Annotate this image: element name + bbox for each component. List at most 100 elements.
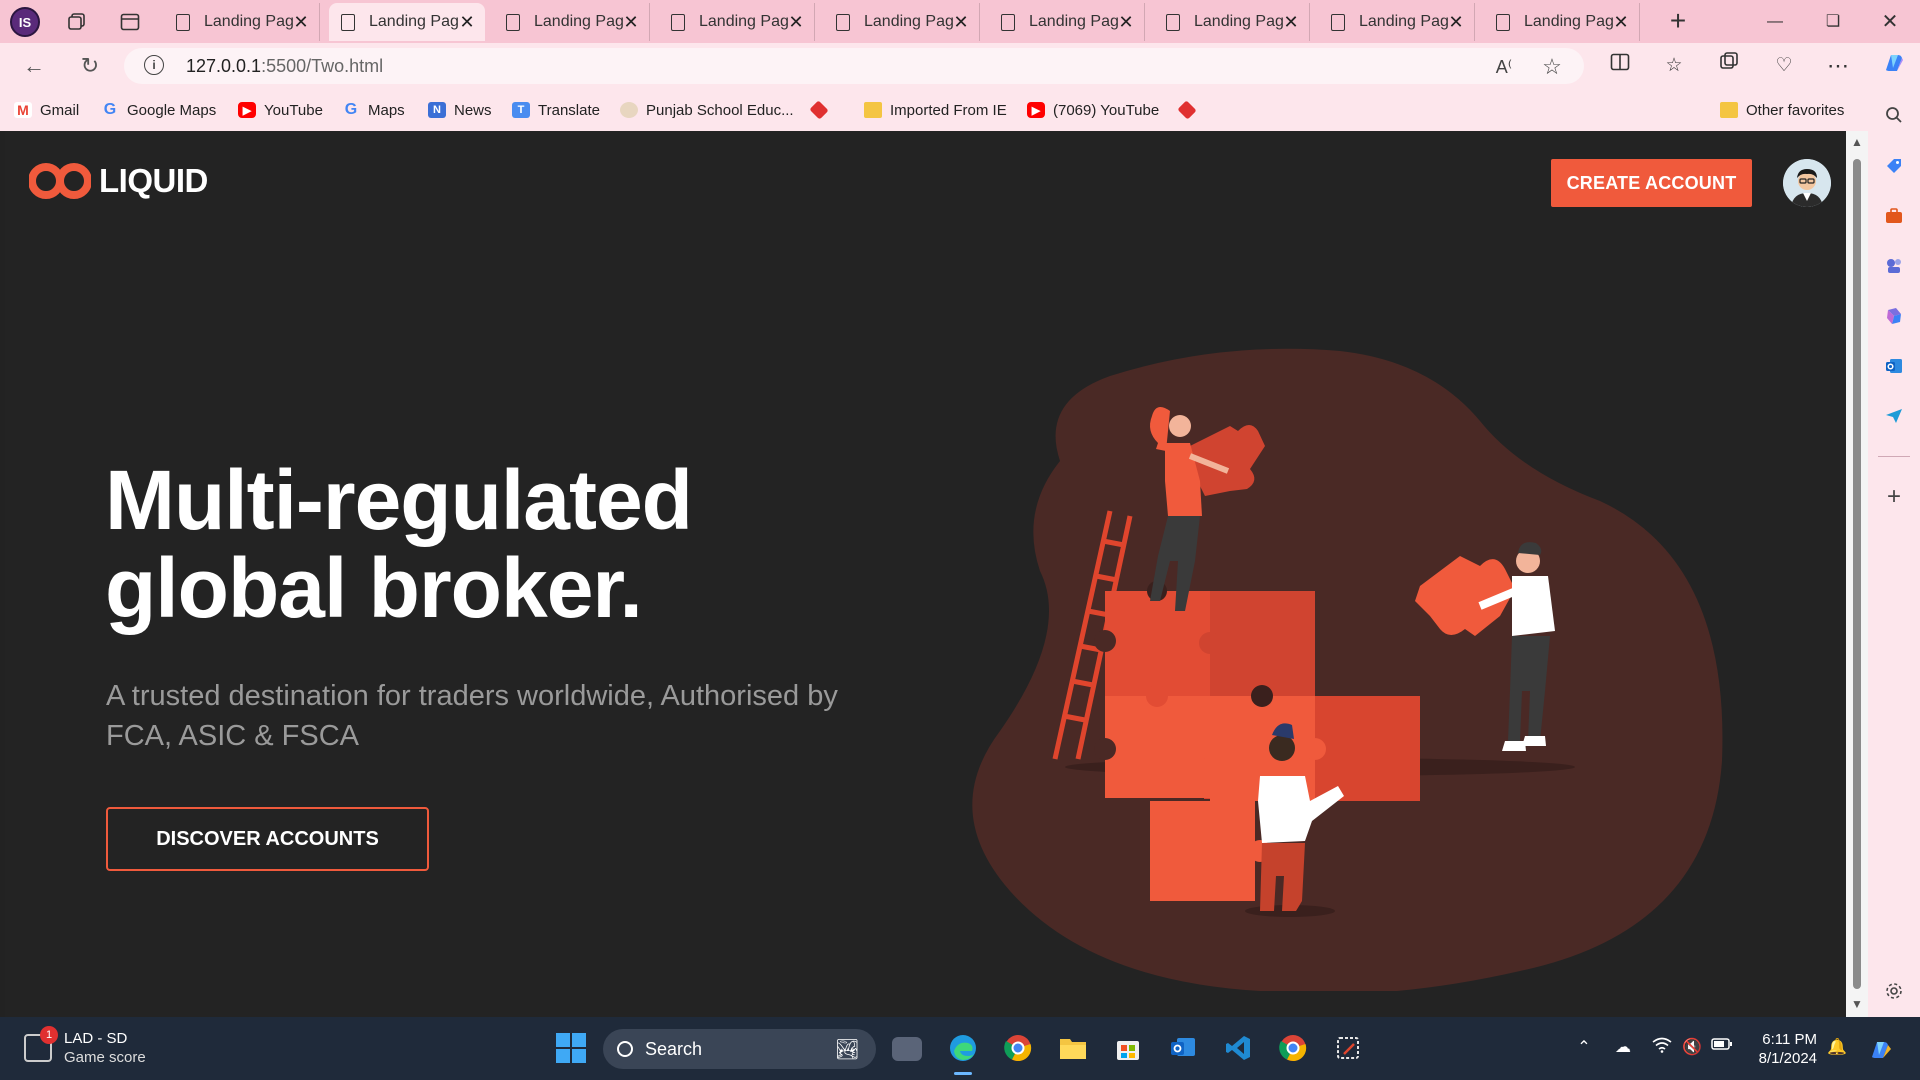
- collections-icon[interactable]: [1713, 50, 1745, 82]
- drop-send-icon[interactable]: [1878, 400, 1910, 432]
- new-tab-button[interactable]: +: [1662, 6, 1694, 38]
- discover-accounts-button[interactable]: DISCOVER ACCOUNTS: [106, 807, 429, 871]
- windows-start-icon[interactable]: [556, 1033, 586, 1063]
- search-icon[interactable]: [1878, 99, 1910, 131]
- page-icon: [176, 13, 190, 31]
- edge-app-icon[interactable]: [946, 1031, 980, 1075]
- tab-close-icon[interactable]: ✕: [953, 12, 969, 33]
- scroll-down-arrow[interactable]: ▼: [1851, 997, 1863, 1011]
- tab-close-icon[interactable]: ✕: [1118, 12, 1134, 33]
- battery-icon[interactable]: [1711, 1037, 1733, 1059]
- favorite-star-icon[interactable]: ☆: [1538, 53, 1566, 81]
- close-window-button[interactable]: ✕: [1874, 6, 1906, 38]
- favorite-item[interactable]: T Translate: [512, 98, 600, 122]
- store-app-icon[interactable]: [1111, 1031, 1145, 1065]
- wifi-icon[interactable]: [1651, 1037, 1673, 1059]
- browser-tab[interactable]: Landing Page ✕: [824, 3, 980, 41]
- tab-close-icon[interactable]: ✕: [293, 12, 309, 33]
- task-view-icon[interactable]: [892, 1037, 922, 1061]
- site-info-icon[interactable]: i: [144, 55, 164, 75]
- page-icon: [671, 13, 685, 31]
- scroll-up-arrow[interactable]: ▲: [1851, 135, 1863, 149]
- chrome-profile-app-icon[interactable]: [1276, 1031, 1310, 1065]
- tab-close-icon[interactable]: ✕: [1613, 12, 1629, 33]
- profile-button[interactable]: IS: [9, 6, 41, 38]
- game-score-widget[interactable]: 1 LAD - SD Game score: [24, 1026, 146, 1067]
- settings-more-icon[interactable]: ⋯: [1822, 50, 1854, 82]
- favorite-item[interactable]: [809, 98, 836, 122]
- favorites-icon[interactable]: ☆: [1658, 50, 1690, 82]
- snipping-tool-icon[interactable]: [1331, 1031, 1365, 1065]
- site-logo[interactable]: LIQUID: [29, 155, 208, 207]
- user-avatar[interactable]: [1783, 159, 1831, 207]
- favorite-item[interactable]: ▶ (7069) YouTube: [1027, 98, 1159, 122]
- minimize-button[interactable]: —: [1759, 6, 1791, 38]
- favorite-item[interactable]: G Google Maps: [101, 98, 216, 122]
- workspaces-icon[interactable]: [61, 6, 93, 38]
- browser-tab[interactable]: Landing Page ✕: [164, 3, 320, 41]
- microsoft-365-icon[interactable]: [1878, 300, 1910, 332]
- sidebar-settings-icon[interactable]: [1878, 975, 1910, 1007]
- read-aloud-icon[interactable]: A⁽: [1490, 53, 1518, 81]
- copilot-taskbar-icon[interactable]: [1866, 1037, 1896, 1059]
- tab-title: Landing Page: [699, 13, 788, 30]
- url-text[interactable]: 127.0.0.1:5500/Two.html: [186, 56, 383, 77]
- favorite-item[interactable]: [1177, 98, 1204, 122]
- avatar-icon: [1783, 159, 1831, 207]
- chrome-app-icon[interactable]: [1001, 1031, 1035, 1065]
- add-sidebar-app-icon[interactable]: +: [1878, 481, 1910, 513]
- favorite-item[interactable]: Imported From IE: [864, 98, 1007, 122]
- shopping-tag-icon[interactable]: [1878, 150, 1910, 182]
- tab-close-icon[interactable]: ✕: [623, 12, 639, 33]
- taskbar-search-label: Search: [645, 1038, 703, 1059]
- address-bar[interactable]: i 127.0.0.1:5500/Two.html A⁽ ☆: [124, 48, 1584, 84]
- system-clock[interactable]: 6:11 PM 8/1/2024: [1753, 1030, 1817, 1068]
- restore-button[interactable]: ❏: [1817, 6, 1849, 38]
- onedrive-icon[interactable]: ☁: [1612, 1037, 1634, 1059]
- back-button[interactable]: ←: [18, 50, 50, 82]
- tab-close-icon[interactable]: ✕: [459, 12, 475, 33]
- refresh-button[interactable]: ↻: [74, 50, 106, 82]
- show-hidden-icons-chevron[interactable]: ⌃: [1573, 1037, 1595, 1059]
- widget-subtitle: Game score: [64, 1049, 146, 1066]
- landing-page: LIQUID CREATE ACCOUNT Multi-regulated gl…: [5, 131, 1846, 1017]
- tab-close-icon[interactable]: ✕: [1448, 12, 1464, 33]
- favorite-item[interactable]: M Gmail: [14, 98, 79, 122]
- clock-date: 8/1/2024: [1758, 1050, 1817, 1067]
- favorites-bar: M Gmail G Google Maps ▶ YouTube G Maps N News T Tra…: [0, 89, 1920, 131]
- tab-close-icon[interactable]: ✕: [1283, 12, 1299, 33]
- page-scrollbar[interactable]: ▲ ▼: [1846, 131, 1868, 1017]
- hero-title: Multi-regulated global broker.: [105, 456, 693, 632]
- vscode-app-icon[interactable]: [1221, 1031, 1255, 1065]
- other-favorites[interactable]: Other favorites: [1720, 98, 1844, 122]
- browser-tab[interactable]: Landing Page ✕: [1484, 3, 1640, 41]
- browser-tab[interactable]: Landing Page ✕: [494, 3, 650, 41]
- favorite-item[interactable]: N News: [428, 98, 492, 122]
- browser-tab[interactable]: Landing Page ✕: [1154, 3, 1310, 41]
- copilot-icon[interactable]: [1878, 50, 1910, 82]
- browser-tab[interactable]: Landing Page ✕: [1319, 3, 1475, 41]
- file-explorer-icon[interactable]: [1056, 1031, 1090, 1065]
- outlook-new-icon[interactable]: [1166, 1031, 1200, 1065]
- browser-tab[interactable]: Landing Page ✕: [329, 3, 485, 41]
- browser-tab[interactable]: Landing Page ✕: [989, 3, 1145, 41]
- favorite-label: Maps: [368, 101, 405, 119]
- favorite-item[interactable]: Punjab School Educ...: [620, 98, 794, 122]
- favorite-item[interactable]: G Maps: [342, 98, 405, 122]
- tab-actions-icon[interactable]: [114, 6, 146, 38]
- tab-strip: IS Landing Page ✕ Landing Page ✕ Landing Pag…: [0, 0, 1920, 43]
- tab-close-icon[interactable]: ✕: [788, 12, 804, 33]
- page-icon: [1001, 13, 1015, 31]
- outlook-icon[interactable]: [1878, 350, 1910, 382]
- notification-bell-icon[interactable]: 🔔: [1826, 1037, 1848, 1059]
- taskbar-search-box[interactable]: Search 🏞: [603, 1029, 876, 1069]
- volume-muted-icon[interactable]: 🔇: [1681, 1037, 1703, 1059]
- favorite-item[interactable]: ▶ YouTube: [238, 98, 323, 122]
- split-screen-icon[interactable]: [1604, 50, 1636, 82]
- tools-briefcase-icon[interactable]: [1878, 200, 1910, 232]
- scroll-thumb[interactable]: [1853, 159, 1861, 989]
- games-icon[interactable]: [1878, 250, 1910, 282]
- create-account-button[interactable]: CREATE ACCOUNT: [1551, 159, 1752, 207]
- browser-essentials-icon[interactable]: ♡: [1768, 50, 1800, 82]
- browser-tab[interactable]: Landing Page ✕: [659, 3, 815, 41]
